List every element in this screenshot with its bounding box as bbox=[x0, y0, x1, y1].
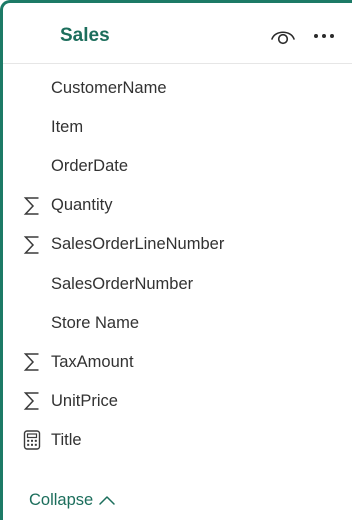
field-label: CustomerName bbox=[51, 79, 167, 98]
field-label: Store Name bbox=[51, 313, 140, 332]
field-item-item[interactable]: Item bbox=[3, 108, 352, 147]
collapse-label: Collapse bbox=[29, 490, 94, 509]
field-item-customername[interactable]: CustomerName bbox=[3, 69, 352, 108]
field-label: Quantity bbox=[51, 196, 113, 215]
visibility-toggle-button[interactable] bbox=[268, 21, 298, 51]
field-label: TaxAmount bbox=[51, 352, 134, 371]
sigma-icon bbox=[21, 390, 43, 412]
field-item-orderdate[interactable]: OrderDate bbox=[3, 147, 352, 186]
field-item-unitprice[interactable]: UnitPrice bbox=[3, 382, 352, 421]
more-icon bbox=[314, 34, 334, 38]
table-header: Sales bbox=[3, 3, 352, 64]
calculator-icon bbox=[21, 429, 43, 451]
chevron-up-icon bbox=[98, 494, 116, 506]
sigma-icon bbox=[21, 351, 43, 373]
more-options-button[interactable] bbox=[309, 21, 339, 51]
field-list: CustomerName Item OrderDate Quantity Sal… bbox=[3, 69, 352, 460]
field-label: SalesOrderNumber bbox=[51, 274, 194, 293]
field-label: Item bbox=[51, 118, 84, 137]
table-title[interactable]: Sales bbox=[60, 22, 110, 50]
field-item-quantity[interactable]: Quantity bbox=[3, 186, 352, 225]
field-label: Title bbox=[51, 430, 82, 449]
table-card: Sales CustomerName Item OrderDate Quanti… bbox=[0, 0, 352, 520]
field-label: SalesOrderLineNumber bbox=[51, 235, 225, 254]
field-item-storename[interactable]: Store Name bbox=[3, 304, 352, 343]
field-item-taxamount[interactable]: TaxAmount bbox=[3, 343, 352, 382]
sigma-icon bbox=[21, 234, 43, 256]
field-label: UnitPrice bbox=[51, 391, 118, 410]
field-item-salesordernumber[interactable]: SalesOrderNumber bbox=[3, 264, 352, 303]
field-label: OrderDate bbox=[51, 157, 129, 176]
eye-icon bbox=[271, 31, 295, 45]
collapse-button[interactable]: Collapse bbox=[29, 487, 116, 513]
field-item-salesorderlinenumber[interactable]: SalesOrderLineNumber bbox=[3, 225, 352, 264]
sigma-icon bbox=[21, 195, 43, 217]
field-item-title[interactable]: Title bbox=[3, 421, 352, 460]
